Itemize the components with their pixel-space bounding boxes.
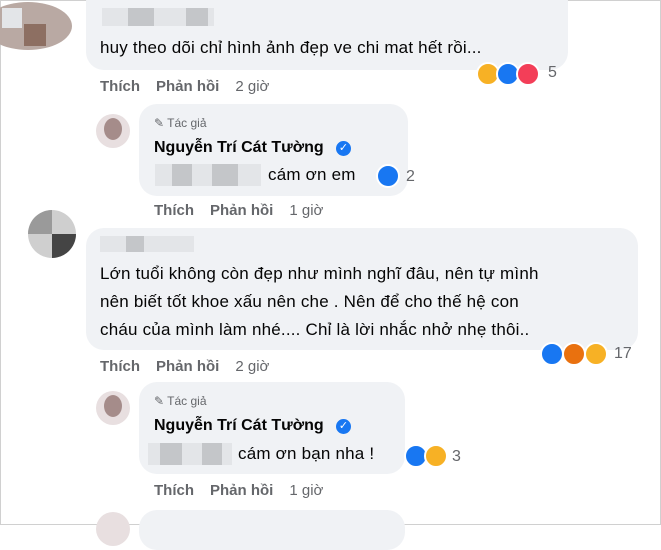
reaction-count: 5 [548,64,557,81]
reply-button[interactable]: Phản hồi [210,482,273,499]
author-name[interactable]: Nguyễn Trí Cát Tường [154,139,324,157]
reply-button[interactable]: Phản hồi [156,358,219,375]
comment-text: huy theo dõi chỉ hình ảnh đẹp ve chi mat… [100,38,482,57]
author-avatar[interactable] [96,391,130,425]
reply-text: cám ơn bạn nha ! [238,444,375,463]
care-icon [584,342,608,366]
like-button[interactable]: Thích [100,78,140,95]
author-name[interactable]: Nguyễn Trí Cát Tường [154,417,324,435]
like-icon [376,164,400,188]
reply-actions: Thích Phản hồi 1 giờ [154,482,339,499]
angry-icon [562,342,586,366]
blurred-mention [155,164,261,186]
like-button[interactable]: Thích [154,202,194,219]
like-button[interactable]: Thích [100,358,140,375]
blurred-commenter-name [100,236,194,252]
reply-button[interactable]: Phản hồi [156,78,219,95]
like-icon [540,342,564,366]
next-reply-avatar[interactable] [96,512,130,546]
reply-time[interactable]: 1 giờ [289,202,323,219]
comment-time[interactable]: 2 giờ [235,358,269,375]
verified-icon: ✓ [336,141,351,156]
verified-icon: ✓ [336,419,351,434]
commenter-avatar[interactable] [0,2,72,50]
author-badge: ✎ Tác giả [154,116,207,130]
reaction-count: 17 [614,345,632,362]
commenter-avatar[interactable] [28,210,76,258]
like-button[interactable]: Thích [154,482,194,499]
pencil-icon: ✎ [154,394,168,408]
reaction-count: 3 [452,448,461,465]
author-avatar[interactable] [96,114,130,148]
love-icon [516,62,540,86]
reaction-count: 2 [406,168,415,185]
reply-button[interactable]: Phản hồi [210,202,273,219]
reply-text: cám ơn em [268,165,356,184]
comment-text-line: Lớn tuổi không còn đẹp như mình nghĩ đâu… [100,264,539,283]
comment-bubble [86,0,568,70]
comment-text-line: cháu của mình làm nhé.... Chỉ là lời nhắ… [100,320,530,339]
next-reply-bubble [139,510,405,550]
comment-actions: Thích Phản hồi 2 giờ [100,358,285,375]
comment-time[interactable]: 2 giờ [235,78,269,95]
reply-actions: Thích Phản hồi 1 giờ [154,202,339,219]
reply-time[interactable]: 1 giờ [289,482,323,499]
care-icon [424,444,448,468]
comment-actions: Thích Phản hồi 2 giờ [100,78,285,95]
comment-text-line: nên biết tốt khoe xấu nên che . Nên để c… [100,292,519,311]
pencil-icon: ✎ [154,116,168,130]
author-badge: ✎ Tác giả [154,394,207,408]
